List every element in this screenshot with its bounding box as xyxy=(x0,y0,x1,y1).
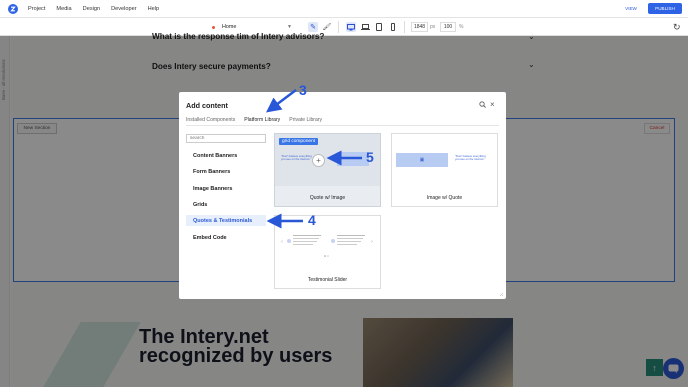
add-icon[interactable]: + xyxy=(312,154,325,167)
page-name: Home xyxy=(222,24,237,30)
close-icon[interactable]: × xyxy=(490,100,495,109)
mobile-view-icon[interactable] xyxy=(388,22,398,32)
card-label: Quote w/ Image xyxy=(309,195,346,201)
annotation-step-3: 3 xyxy=(299,82,307,98)
component-card-testimonial-slider[interactable]: ‹ › Testimonial Slider xyxy=(274,215,381,289)
top-menu-bar: Project Media Design Developer Help xyxy=(0,0,688,18)
brush-tool-icon[interactable]: 🖌 xyxy=(322,22,332,32)
pen-tool-icon[interactable]: ✎ xyxy=(308,22,318,32)
svg-text:›: › xyxy=(371,239,373,245)
add-content-modal: Add content × Installed Components Platf… xyxy=(179,92,506,299)
chevron-down-icon: ▼ xyxy=(287,24,292,30)
menu-media[interactable]: Media xyxy=(56,6,71,12)
menu-help[interactable]: Help xyxy=(148,6,160,12)
svg-text:‹: ‹ xyxy=(281,239,283,245)
width-unit: px xyxy=(430,24,436,30)
resize-handle-icon[interactable] xyxy=(499,292,504,297)
component-card-quote-with-image[interactable]: "Don't believe everything you see on the… xyxy=(274,133,381,207)
annotation-step-4: 4 xyxy=(308,212,316,228)
page-selector[interactable]: Home ▼ xyxy=(212,22,296,32)
component-card-image-with-quote[interactable]: ▣ "Don't believe everything you see on t… xyxy=(391,133,498,207)
menu-design[interactable]: Design xyxy=(83,6,100,12)
zoom-unit: % xyxy=(459,24,464,30)
annotation-step-5: 5 xyxy=(366,149,374,165)
editor-toolbar xyxy=(0,18,688,36)
page-status-dot xyxy=(212,25,215,29)
category-content-banners[interactable]: Content Banners xyxy=(186,150,266,161)
tablet-view-icon[interactable] xyxy=(374,22,384,32)
card-label: Testimonial Slider xyxy=(307,277,348,283)
category-embed-code[interactable]: Embed Code xyxy=(186,232,266,243)
width-input[interactable]: 1848 xyxy=(411,22,428,32)
publish-button[interactable]: PUBLISH xyxy=(648,3,682,14)
search-icon[interactable] xyxy=(479,101,486,110)
card-label: Image w/ Quote xyxy=(426,195,463,201)
toolbar-divider xyxy=(404,21,405,33)
category-image-banners[interactable]: Image Banners xyxy=(186,183,266,194)
zoom-input[interactable]: 100 xyxy=(440,22,456,32)
tabs-divider xyxy=(186,125,499,126)
view-button[interactable]: VIEW xyxy=(619,3,643,14)
app-logo[interactable] xyxy=(8,3,18,14)
card-thumbnail: ▣ "Don't believe everything you see on t… xyxy=(392,134,497,186)
search-input[interactable] xyxy=(186,134,266,143)
refresh-icon[interactable]: ↻ xyxy=(673,22,681,33)
menu-project[interactable]: Project xyxy=(28,6,45,12)
image-placeholder-icon: ▣ xyxy=(396,153,448,167)
laptop-view-icon[interactable] xyxy=(360,22,370,32)
desktop-view-icon[interactable] xyxy=(346,22,356,32)
quote-text: "Don't believe everything you see on the… xyxy=(455,154,486,162)
category-quotes-testimonials[interactable]: Quotes & Testimonials xyxy=(186,215,266,226)
quote-text: "Don't believe everything you see on the… xyxy=(281,154,312,162)
card-thumbnail: ‹ › xyxy=(275,216,380,268)
slider-preview: ‹ › xyxy=(281,235,373,257)
menu-developer[interactable]: Developer xyxy=(111,6,137,12)
category-grids[interactable]: Grids xyxy=(186,199,266,210)
category-form-banners[interactable]: Form Banners xyxy=(186,166,266,177)
toolbar-divider xyxy=(338,21,339,33)
grid-component-tag: grid component xyxy=(279,138,319,145)
image-placeholder-icon xyxy=(337,152,369,166)
modal-title: Add content xyxy=(186,101,228,110)
